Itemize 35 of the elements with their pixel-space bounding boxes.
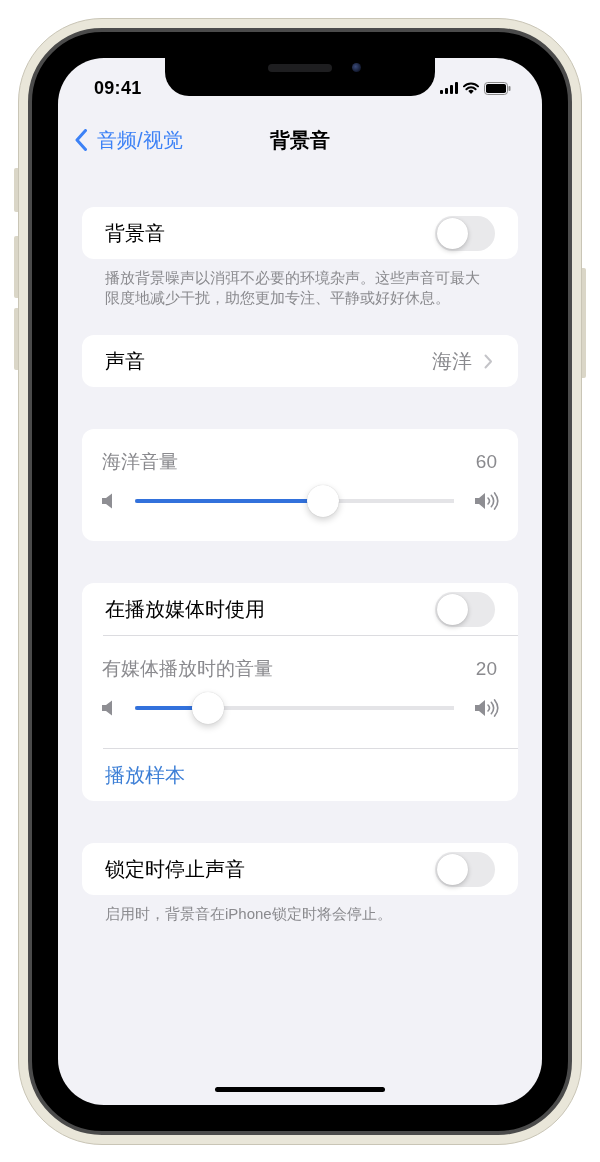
setting-value: 海洋 xyxy=(432,349,472,374)
slider-label: 海洋音量 xyxy=(102,450,178,474)
setting-label: 在播放媒体时使用 xyxy=(105,597,265,622)
chevron-right-icon xyxy=(484,353,493,369)
battery-icon xyxy=(484,81,511,95)
camera-lens-icon xyxy=(351,63,361,72)
play-sample-link[interactable]: 播放样本 xyxy=(105,762,185,788)
signal-icon xyxy=(440,82,458,94)
speaker-high-icon xyxy=(475,492,499,510)
toggle-switch[interactable] xyxy=(435,215,495,251)
slider-thumb[interactable] xyxy=(192,692,225,724)
side-button-drawing xyxy=(14,168,18,212)
side-button-drawing xyxy=(14,236,18,298)
slider-value: 60 xyxy=(475,450,497,474)
back-chevron-icon[interactable] xyxy=(75,129,87,151)
back-button[interactable]: 音频/视觉 xyxy=(58,127,183,153)
toggle-switch[interactable] xyxy=(435,851,495,887)
setting-label: 背景音 xyxy=(105,221,165,246)
slider-thumb[interactable] xyxy=(307,485,340,517)
footer-note: 播放背景噪声以消弭不必要的环境杂声。这些声音可最大限度地减少干扰，助您更加专注、平静或好好休息。 xyxy=(104,268,481,307)
speaker-low-icon xyxy=(102,700,112,716)
speaker-low-icon xyxy=(102,493,112,509)
setting-label: 声音 xyxy=(105,349,145,374)
side-button-drawing xyxy=(14,308,18,370)
setting-label: 锁定时停止声音 xyxy=(105,857,245,882)
slider-label: 有媒体播放时的音量 xyxy=(102,657,273,681)
page-title: 背景音 xyxy=(270,128,330,153)
speaker-high-icon xyxy=(475,699,499,717)
earpiece-icon xyxy=(267,64,332,72)
status-time: 09:41 xyxy=(94,77,142,99)
wifi-icon xyxy=(463,82,479,94)
footer-note: 启用时，背景音在iPhone锁定时将会停止。 xyxy=(104,904,393,924)
sound-option-row[interactable]: 声音 海洋 xyxy=(82,335,518,387)
slider-value: 20 xyxy=(475,657,497,681)
toggle-switch[interactable] xyxy=(435,591,495,627)
